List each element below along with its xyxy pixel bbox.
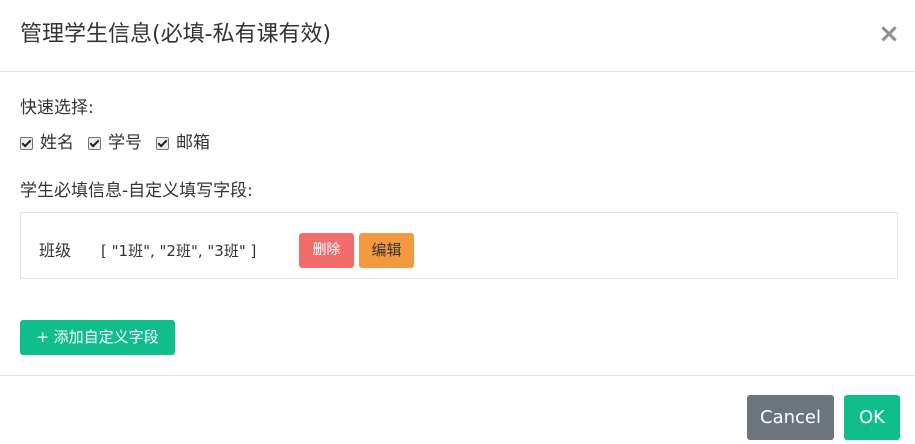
cancel-button[interactable]: Cancel [747,395,834,440]
checkbox-name[interactable]: 姓名 [20,130,74,156]
checkbox-student-id[interactable]: 学号 [88,130,142,156]
checkbox-label: 邮箱 [176,133,210,153]
checkbox-checked-icon[interactable] [156,136,169,150]
custom-field-values: [ "1班", "2班", "3班" ] [101,242,257,260]
checkbox-label: 学号 [108,133,142,153]
edit-field-button[interactable]: 编辑 [359,233,414,268]
footer-divider [0,375,915,376]
custom-field-row: 班级 [ "1班", "2班", "3班" ] 删除 编辑 [20,212,898,279]
close-icon[interactable]: × [877,19,901,49]
modal-header: 管理学生信息(必填-私有课有效) × [0,0,915,72]
custom-field-name: 班级 [39,241,72,260]
modal-title: 管理学生信息(必填-私有课有效) [20,22,332,47]
delete-field-button[interactable]: 删除 [299,233,354,268]
custom-fields-label: 学生必填信息-自定义填写字段: [20,181,253,201]
checkbox-checked-icon[interactable] [88,136,101,150]
quick-select-label: 快速选择: [20,98,94,118]
checkbox-label: 姓名 [40,133,74,153]
checkbox-email[interactable]: 邮箱 [156,130,210,156]
manage-student-info-dialog: 管理学生信息(必填-私有课有效) × 快速选择: 姓名 学号 邮箱 学生必填信息… [0,0,915,444]
add-custom-field-button[interactable]: + 添加自定义字段 [20,320,175,355]
ok-button[interactable]: OK [844,395,900,440]
checkbox-checked-icon[interactable] [20,136,33,150]
quick-select-options: 姓名 学号 邮箱 [20,130,224,156]
